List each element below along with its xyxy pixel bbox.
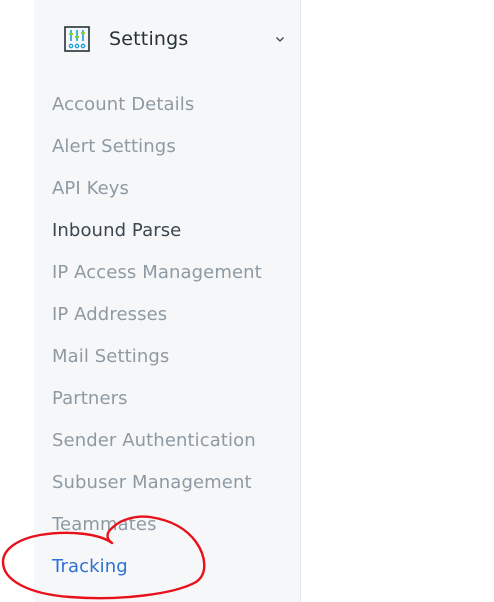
main-content-area (301, 0, 494, 602)
page-gutter (0, 0, 34, 602)
sidebar-item-alert-settings[interactable]: Alert Settings (52, 134, 176, 160)
sidebar-item-inbound-parse[interactable]: Inbound Parse (52, 218, 181, 244)
sidebar-item-teammates[interactable]: Teammates (52, 512, 157, 538)
settings-sliders-icon (64, 26, 90, 52)
settings-section-title: Settings (109, 28, 189, 50)
sidebar-item-subuser-management[interactable]: Subuser Management (52, 470, 252, 496)
chevron-down-icon[interactable] (274, 30, 286, 42)
sidebar-item-mail-settings[interactable]: Mail Settings (52, 344, 169, 370)
sidebar-item-partners[interactable]: Partners (52, 386, 128, 412)
settings-section-toggle[interactable]: Settings (34, 14, 300, 62)
sidebar-item-sender-authentication[interactable]: Sender Authentication (52, 428, 256, 454)
sidebar-item-api-keys[interactable]: API Keys (52, 176, 129, 202)
sidebar-item-ip-access-management[interactable]: IP Access Management (52, 260, 262, 286)
sidebar-item-account-details[interactable]: Account Details (52, 92, 194, 118)
sidebar-item-ip-addresses[interactable]: IP Addresses (52, 302, 167, 328)
sidebar-item-tracking[interactable]: Tracking (52, 554, 128, 580)
